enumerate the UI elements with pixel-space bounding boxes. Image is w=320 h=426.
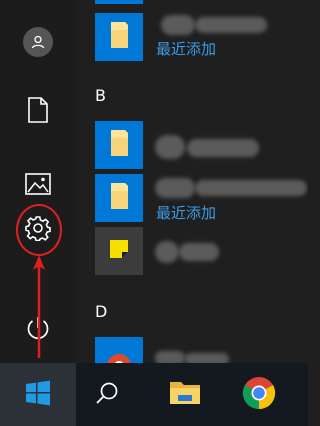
start-menu-screen: 最近添加 B 最近添加 D bbox=[0, 0, 308, 426]
annotation-arrow bbox=[33, 255, 45, 358]
